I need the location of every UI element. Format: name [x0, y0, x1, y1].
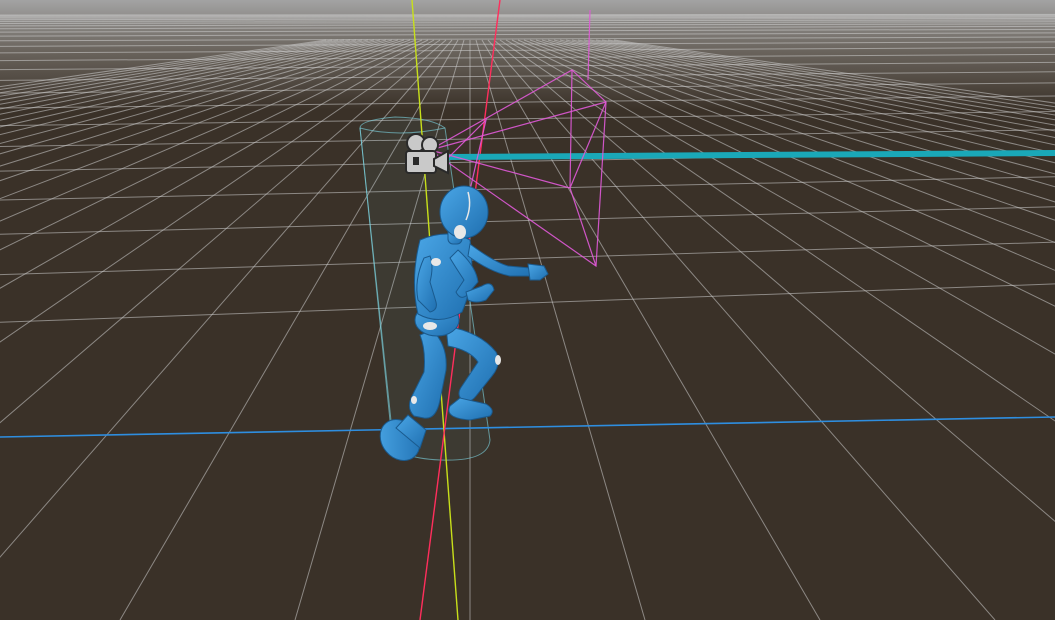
scene-canvas[interactable]: [0, 0, 1055, 620]
grid-line: [0, 13, 1055, 16]
scene-viewport[interactable]: [0, 0, 1055, 620]
